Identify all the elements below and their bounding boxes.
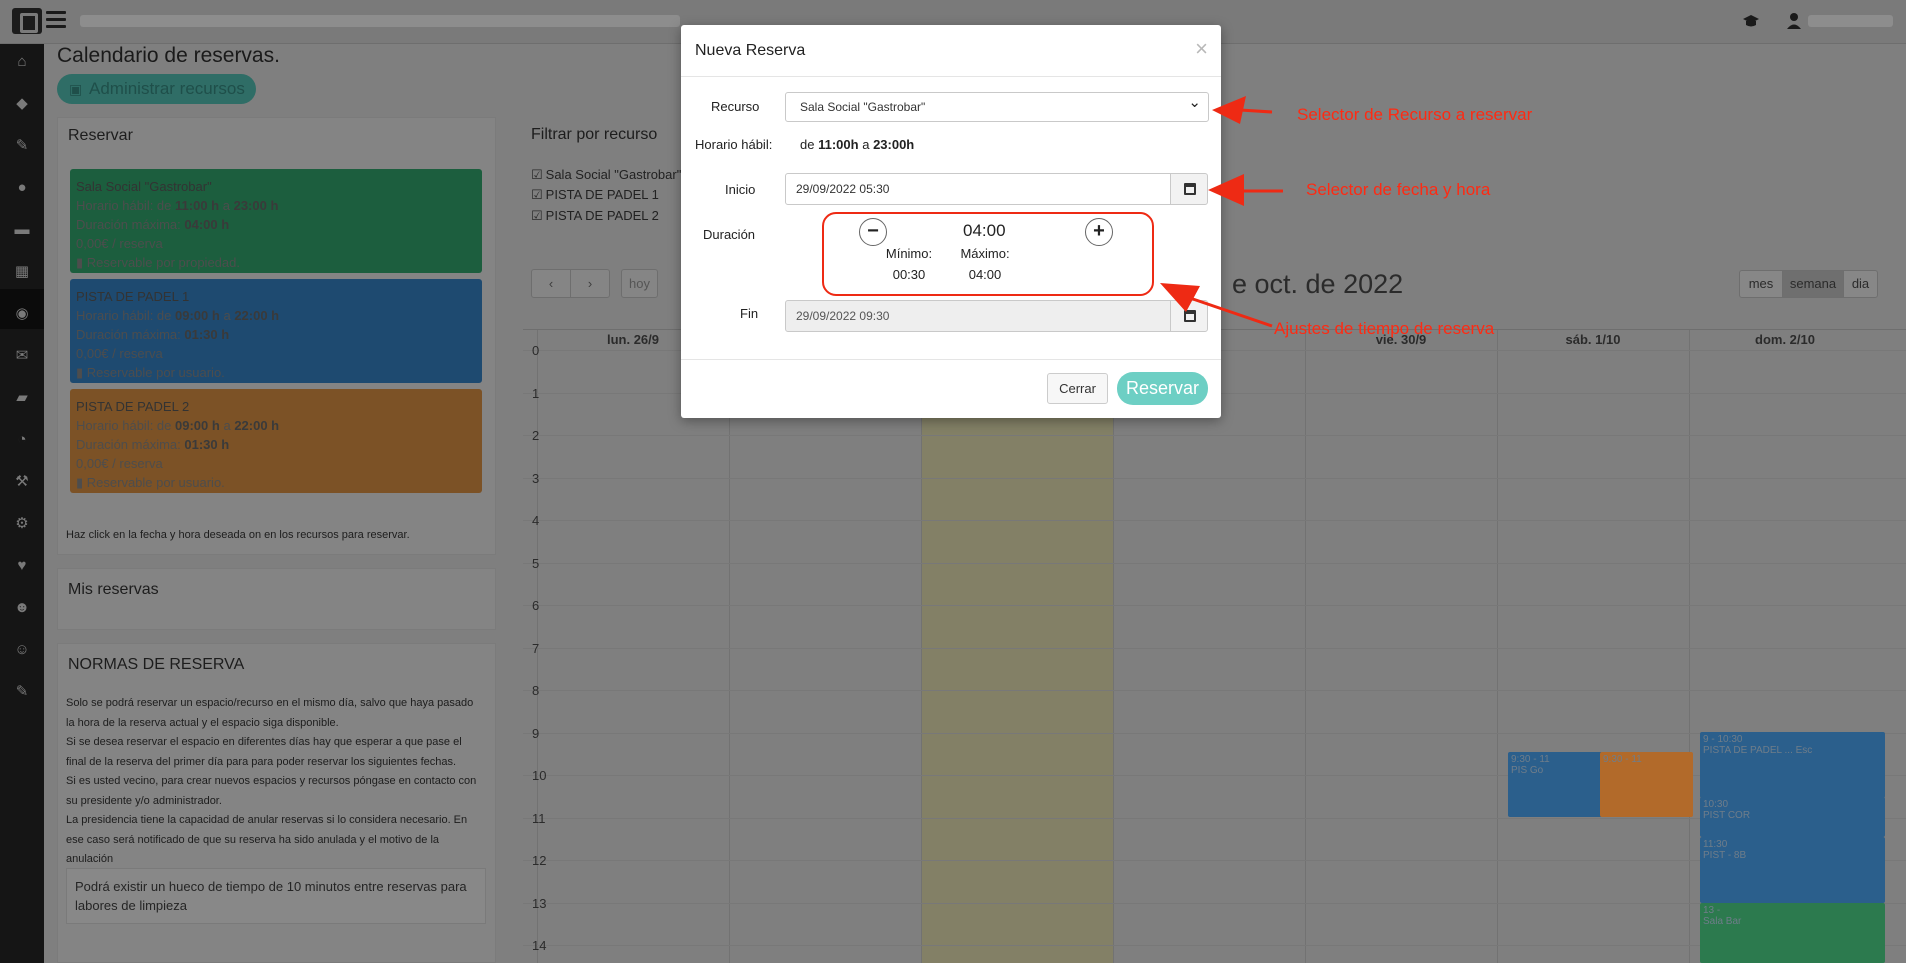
annotation-arrowhead-tiempo [1160,283,1200,312]
annotation-tiempo: Ajustes de tiempo de reserva [1274,319,1495,338]
annotation-arrowhead-fecha [1208,174,1244,206]
annotation-arrows [1160,96,1283,328]
annotation-arrowhead-recurso [1212,96,1246,124]
annotation-arrow-recurso [1239,108,1273,114]
annotation-recurso: Selector de Recurso a reservar [1297,105,1533,124]
annotation-fecha: Selector de fecha y hora [1306,180,1491,199]
annotation-arrow-tiempo [1189,296,1273,328]
